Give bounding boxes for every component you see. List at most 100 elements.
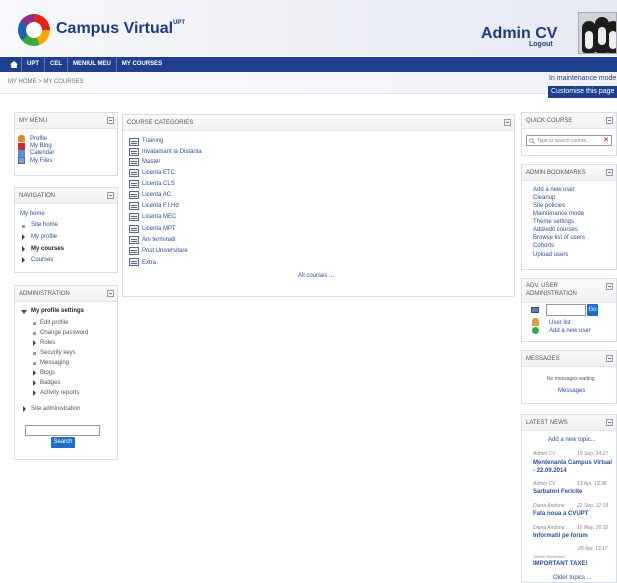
collapse-icon[interactable] (606, 169, 613, 176)
expand-arrow-icon[interactable] (22, 246, 25, 252)
collapse-icon[interactable] (606, 283, 613, 290)
admin-blogs[interactable]: Blogs (40, 370, 55, 376)
category-item[interactable]: Licenta MPT (142, 226, 176, 232)
expand-arrow-icon[interactable] (22, 234, 25, 240)
my-menu-item-profile[interactable]: Profile (30, 136, 47, 142)
bookmark-item[interactable]: Cleanup (533, 195, 555, 201)
block-title: NAVIGATION (19, 193, 56, 199)
user-go-button[interactable]: Go (587, 304, 598, 316)
breadcrumb[interactable]: MY HOME > MY COURSES (8, 79, 84, 85)
expand-arrow-icon[interactable] (33, 340, 36, 346)
category-item[interactable]: Post Universitare (142, 248, 188, 254)
maintenance-notice[interactable]: In maintenance mode (549, 75, 616, 82)
admin-messaging[interactable]: Messaging (40, 360, 69, 366)
my-menu-item-calendar[interactable]: Calendar (30, 150, 54, 156)
collapse-arrow-icon[interactable] (21, 310, 27, 314)
quick-course-search-input[interactable]: Type to search course... ✕ (526, 135, 612, 146)
my-menu-item-files[interactable]: My Files (30, 158, 52, 164)
admin-security-keys[interactable]: Security keys (40, 350, 76, 356)
nav-item-my-courses[interactable]: MY COURSES (115, 57, 167, 72)
category-item[interactable]: Extra (142, 260, 156, 266)
folder-icon (129, 225, 139, 233)
collapse-icon[interactable] (606, 117, 613, 124)
category-item[interactable]: Training (142, 138, 163, 144)
collapse-icon[interactable] (107, 290, 114, 297)
messages-link[interactable]: Messages (558, 388, 585, 394)
bookmark-item[interactable]: Site policies (533, 203, 565, 209)
nav-item-meniul-meu[interactable]: MENIUL MEU (67, 57, 116, 72)
clear-icon[interactable]: ✕ (603, 136, 609, 144)
calendar-icon (18, 150, 25, 157)
admin-roles[interactable]: Roles (40, 340, 55, 346)
bookmark-item[interactable]: Theme settings (533, 219, 574, 225)
admin-badges[interactable]: Badges (40, 380, 60, 386)
nav-my-courses[interactable]: My courses (31, 246, 64, 252)
my-profile-settings[interactable]: My profile settings (31, 308, 84, 314)
collapse-icon[interactable] (504, 119, 511, 126)
site-title[interactable]: Campus VirtualUPT (56, 20, 185, 38)
news-title[interactable]: Sarbatori Fericite (533, 489, 582, 495)
expand-arrow-icon[interactable] (23, 406, 26, 412)
bookmark-item[interactable]: Maintenance mode (533, 211, 584, 217)
bookmark-item[interactable]: Browse list of users (533, 235, 585, 241)
bookmark-item[interactable]: Add a new user (533, 187, 575, 193)
logout-link[interactable]: Logout (529, 41, 553, 48)
avatar[interactable] (578, 12, 617, 54)
breadcrumb-bar (0, 72, 617, 94)
no-messages-text: No messages waiting (547, 376, 595, 382)
category-item[interactable]: Licenta ETC (142, 170, 175, 176)
nav-my-home[interactable]: My home (20, 211, 45, 217)
category-item[interactable]: Licenta F.I.Hd (142, 203, 179, 209)
nav-item-cel[interactable]: CEL (44, 57, 67, 72)
site-administration[interactable]: Site administration (31, 406, 80, 412)
my-menu-item-blog[interactable]: My Blog (30, 143, 52, 149)
admin-activity-reports[interactable]: Activity reports (40, 390, 79, 396)
home-icon[interactable] (7, 57, 21, 72)
admin-search-button[interactable]: Search (51, 437, 75, 448)
all-courses-link[interactable]: All courses ... (298, 273, 334, 279)
expand-arrow-icon[interactable] (33, 390, 36, 396)
expand-arrow-icon[interactable] (22, 257, 25, 263)
category-item[interactable]: Master (142, 159, 160, 165)
news-title[interactable]: Informatii pe forum (533, 533, 588, 539)
category-item[interactable]: Licenta CLS (142, 181, 175, 187)
quick-course-block: QUICK COURSE (521, 112, 617, 156)
user-list-link[interactable]: User list (549, 320, 571, 326)
bullet-icon (33, 332, 36, 335)
expand-arrow-icon[interactable] (33, 380, 36, 386)
nav-my-profile[interactable]: My profile (31, 234, 57, 240)
collapse-icon[interactable] (107, 117, 114, 124)
collapse-icon[interactable] (606, 419, 613, 426)
older-topics-link[interactable]: Older topics ... (553, 575, 592, 581)
nav-item-upt[interactable]: UPT (21, 57, 44, 72)
category-item[interactable]: Invatamant la Distanta (142, 149, 202, 155)
profile-icon (18, 135, 25, 142)
folder-icon (129, 138, 139, 146)
admin-change-password[interactable]: Change password (40, 330, 88, 336)
collapse-icon[interactable] (606, 355, 613, 362)
category-item[interactable]: Ani terminati (142, 237, 175, 243)
news-title[interactable]: Mentenanta Campus Virtual - 22.09.2014 (533, 459, 615, 475)
news-date: 19 Sep, 14:27 (577, 451, 609, 457)
news-title[interactable]: IMPORTANT TAXE! (533, 561, 587, 567)
news-title[interactable]: Fata noua a CVUPT (533, 511, 588, 517)
category-item[interactable]: Licenta AC (142, 192, 171, 198)
user-search-input[interactable] (546, 304, 586, 316)
block-title: MESSAGES (526, 356, 560, 362)
bookmark-item[interactable]: Add/edit courses (533, 227, 578, 233)
category-item[interactable]: Licenta MEC (142, 214, 176, 220)
campus-logo-icon[interactable] (18, 14, 50, 46)
admin-search-input[interactable] (25, 425, 100, 436)
nav-site-home[interactable]: Site home (31, 222, 58, 228)
bookmark-item[interactable]: Cohorts (533, 243, 554, 249)
collapse-icon[interactable] (107, 192, 114, 199)
admin-edit-profile[interactable]: Edit profile (40, 320, 68, 326)
main-navbar: UPT CEL MENIUL MEU MY COURSES (0, 57, 617, 72)
expand-arrow-icon[interactable] (33, 370, 36, 376)
bullet-icon (22, 225, 25, 228)
add-user-link[interactable]: Add a new user (549, 328, 591, 334)
add-topic-link[interactable]: Add a new topic... (548, 437, 596, 443)
nav-courses[interactable]: Courses (31, 257, 53, 263)
customise-page-button[interactable]: Customise this page (548, 86, 617, 98)
bookmark-item[interactable]: Upload users (533, 252, 568, 258)
